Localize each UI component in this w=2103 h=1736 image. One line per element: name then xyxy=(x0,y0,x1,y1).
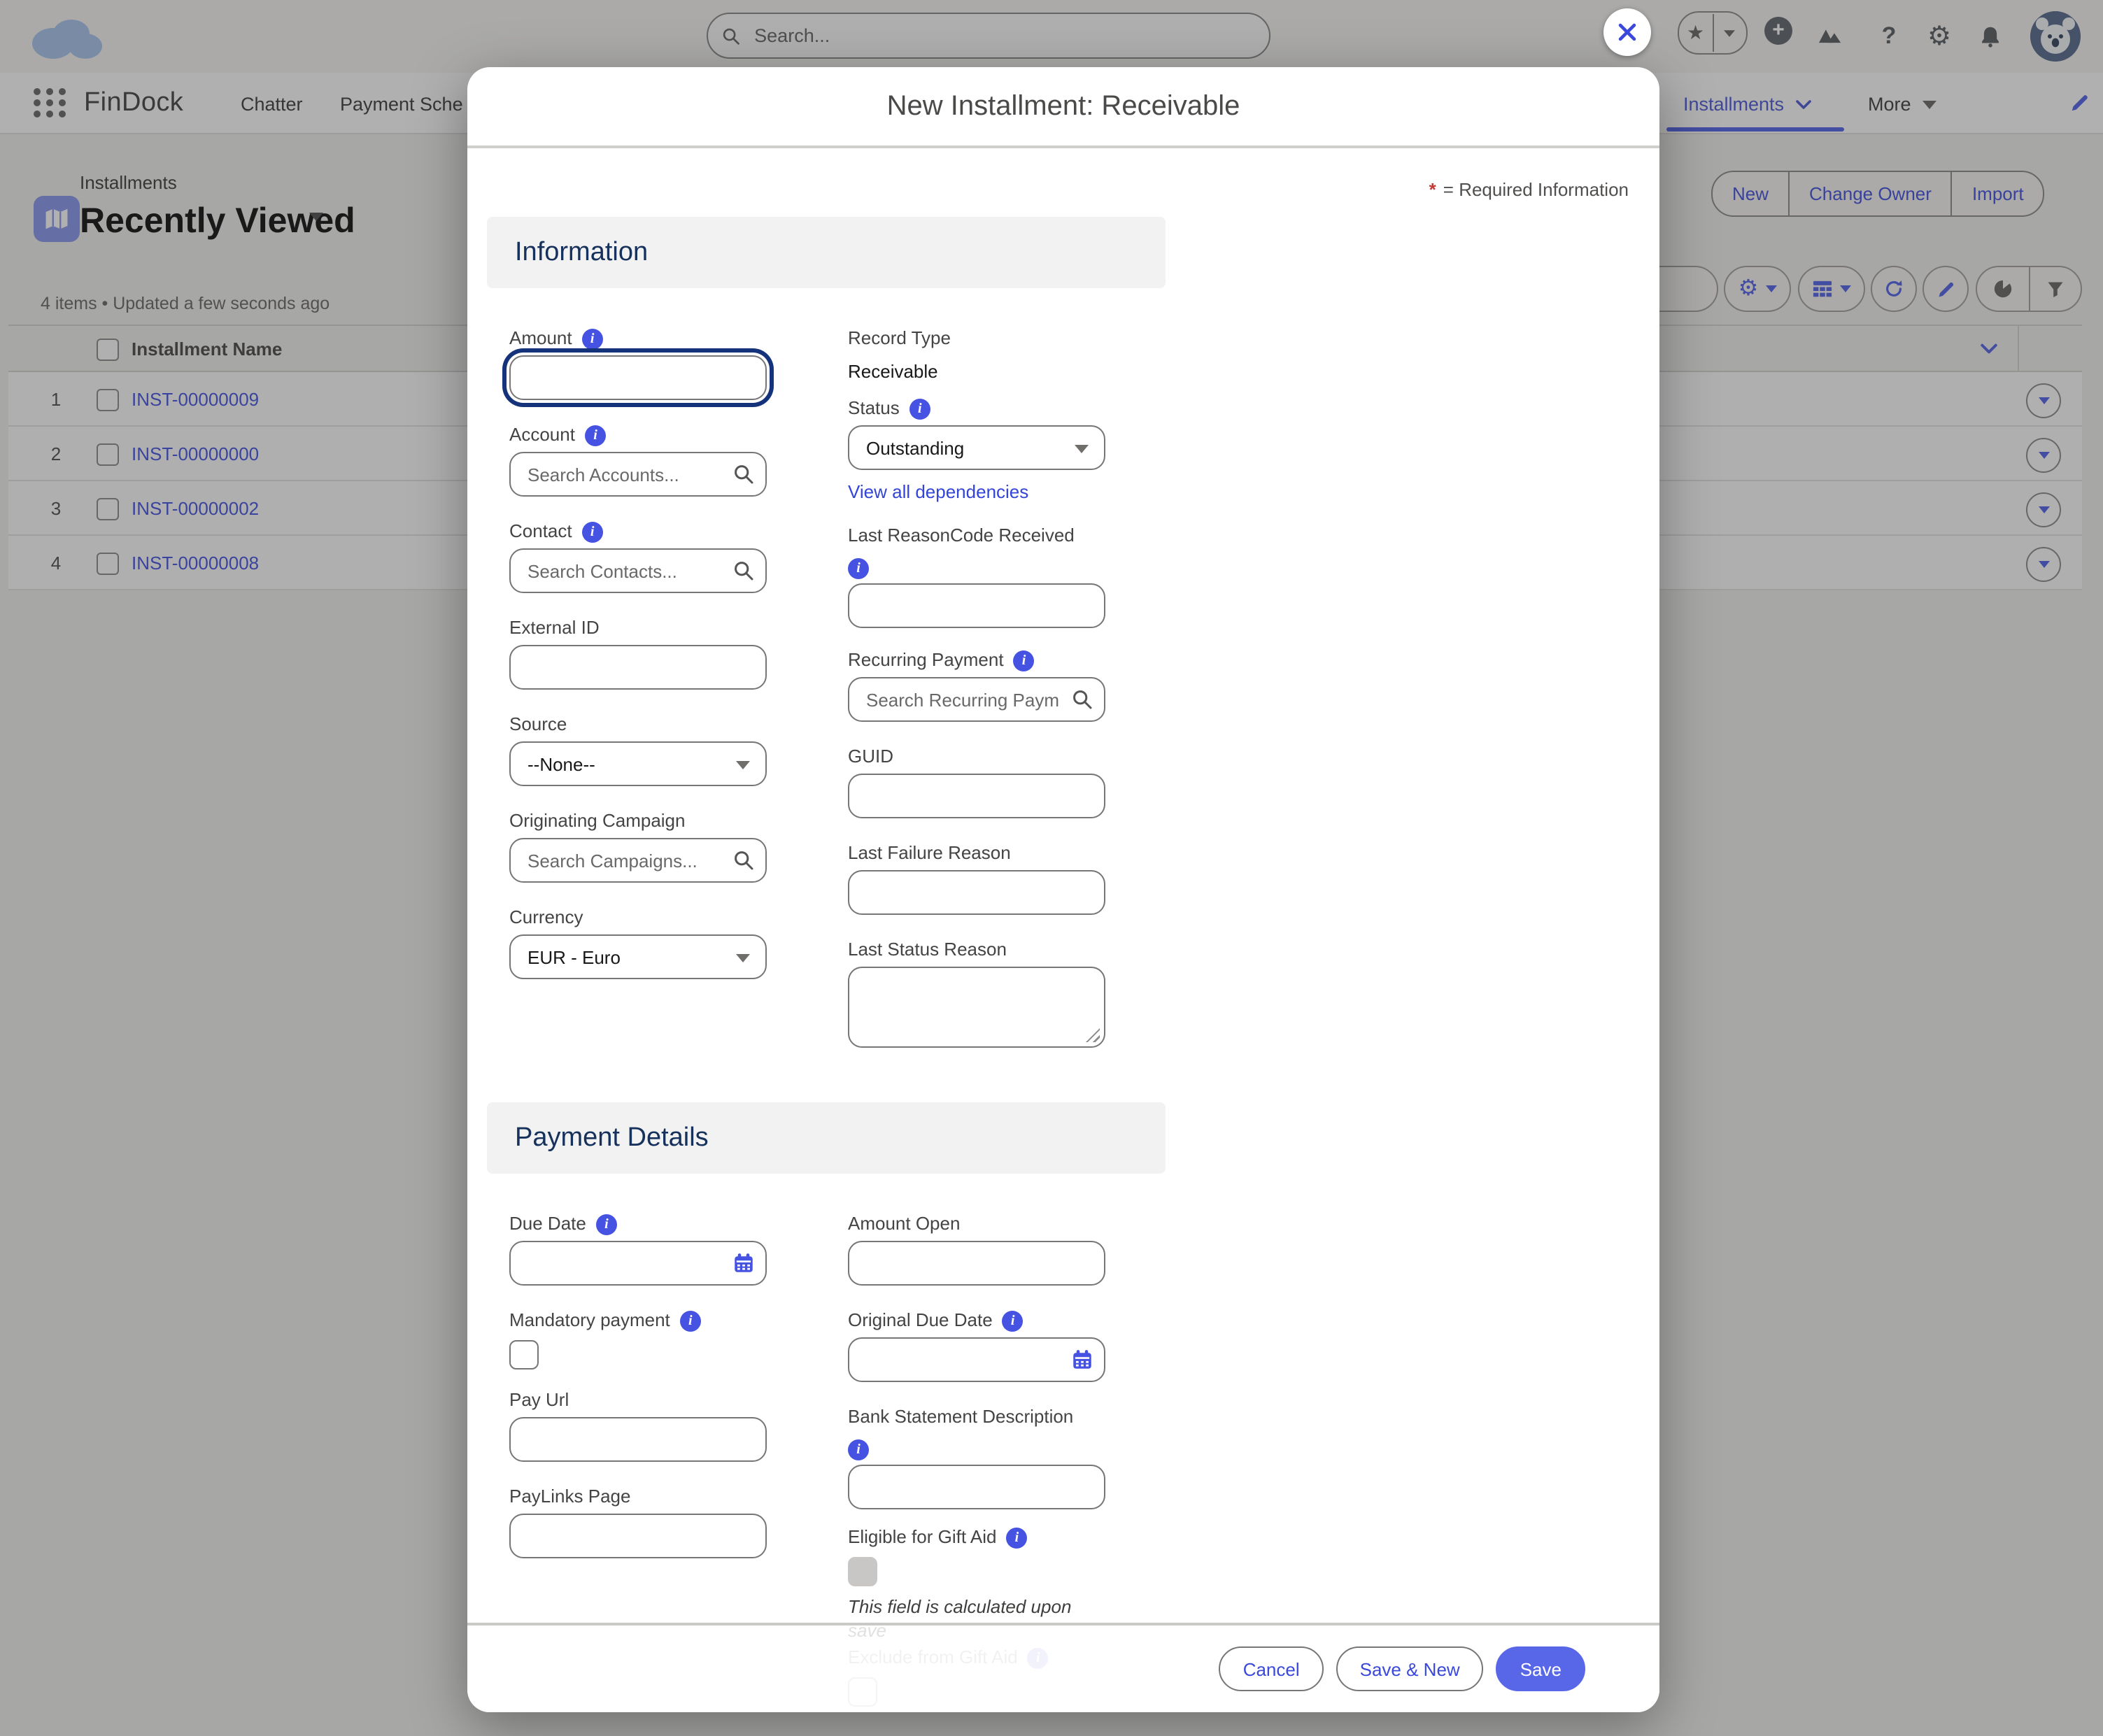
chevron-down-icon xyxy=(1075,445,1089,453)
section-information: Information xyxy=(487,217,1166,288)
field-status: Status Outstanding View all dependencies xyxy=(848,397,1105,504)
info-icon[interactable] xyxy=(1003,1310,1024,1331)
view-dependencies-link[interactable]: View all dependencies xyxy=(848,481,1105,504)
last-status-reason-textarea[interactable] xyxy=(848,967,1105,1048)
field-currency: Currency EUR - Euro xyxy=(509,906,767,979)
field-last-status-reason: Last Status Reason xyxy=(848,939,1105,1048)
field-amount: Amount xyxy=(509,327,767,400)
info-icon[interactable] xyxy=(582,521,603,542)
search-icon xyxy=(733,560,754,581)
field-pay-url: Pay Url xyxy=(509,1389,767,1462)
field-due-date: Due Date xyxy=(509,1213,767,1286)
info-icon[interactable] xyxy=(1014,650,1035,671)
save-button[interactable]: Save xyxy=(1496,1646,1585,1691)
due-date-input[interactable] xyxy=(509,1241,767,1286)
status-select[interactable]: Outstanding xyxy=(848,425,1105,470)
pay-url-input[interactable] xyxy=(509,1417,767,1462)
field-bank-statement-description: Bank Statement Description xyxy=(848,1406,1105,1509)
info-icon[interactable] xyxy=(582,328,603,349)
eligible-gift-aid-checkbox xyxy=(848,1557,877,1586)
field-contact: Contact xyxy=(509,520,767,593)
external-id-input[interactable] xyxy=(509,645,767,690)
bank-statement-description-input[interactable] xyxy=(848,1465,1105,1509)
info-icon[interactable] xyxy=(680,1310,701,1331)
field-guid: GUID xyxy=(848,746,1105,818)
amount-input[interactable] xyxy=(509,355,767,400)
original-due-date-input[interactable] xyxy=(848,1337,1105,1382)
calendar-icon[interactable] xyxy=(733,1253,754,1274)
field-last-failure-reason: Last Failure Reason xyxy=(848,842,1105,915)
chevron-down-icon xyxy=(736,954,750,962)
required-asterisk: * xyxy=(1429,179,1436,200)
campaign-lookup-input[interactable] xyxy=(509,838,767,883)
last-reasoncode-input[interactable] xyxy=(848,583,1105,628)
currency-select[interactable]: EUR - Euro xyxy=(509,934,767,979)
guid-input[interactable] xyxy=(848,774,1105,818)
recurring-payment-lookup-input[interactable] xyxy=(848,677,1105,722)
cancel-button[interactable]: Cancel xyxy=(1219,1646,1324,1691)
contact-lookup-input[interactable] xyxy=(509,548,767,593)
information-fields: Amount Account Contact xyxy=(467,327,1659,1072)
mandatory-payment-checkbox[interactable] xyxy=(509,1340,539,1369)
search-icon xyxy=(733,464,754,485)
info-icon[interactable] xyxy=(1006,1527,1027,1548)
screen: ★ + ? ⚙ xyxy=(0,0,2103,1736)
modal-footer: Cancel Save & New Save xyxy=(467,1623,1659,1712)
amount-open-input[interactable] xyxy=(848,1241,1105,1286)
calendar-icon[interactable] xyxy=(1072,1349,1093,1370)
field-account: Account xyxy=(509,424,767,497)
modal-close-button[interactable] xyxy=(1603,8,1651,56)
chevron-down-icon xyxy=(736,761,750,769)
record-type-value: Receivable xyxy=(848,361,1105,382)
field-external-id: External ID xyxy=(509,617,767,690)
modal-title: New Installment: Receivable xyxy=(887,90,1240,122)
info-icon[interactable] xyxy=(848,558,869,579)
paylinks-page-input[interactable] xyxy=(509,1514,767,1558)
search-icon xyxy=(1072,689,1093,710)
information-right-column: Record Type Receivable Status Outstandin… xyxy=(848,327,1105,1072)
info-icon[interactable] xyxy=(848,1439,869,1460)
required-note: *= Required Information xyxy=(1429,179,1629,200)
field-mandatory-payment: Mandatory payment xyxy=(509,1309,767,1369)
field-record-type: Record Type Receivable xyxy=(848,327,1105,382)
field-originating-campaign: Originating Campaign xyxy=(509,810,767,883)
field-source: Source --None-- xyxy=(509,713,767,786)
section-payment-details: Payment Details xyxy=(487,1102,1166,1174)
field-paylinks-page: PayLinks Page xyxy=(509,1486,767,1558)
info-icon[interactable] xyxy=(909,398,930,419)
search-icon xyxy=(733,850,754,871)
last-failure-reason-input[interactable] xyxy=(848,870,1105,915)
field-amount-open: Amount Open xyxy=(848,1213,1105,1286)
info-icon[interactable] xyxy=(585,425,606,446)
field-original-due-date: Original Due Date xyxy=(848,1309,1105,1382)
save-and-new-button[interactable]: Save & New xyxy=(1336,1646,1484,1691)
field-last-reasoncode: Last ReasonCode Received xyxy=(848,525,1105,628)
modal-body: *= Required Information Information Amou… xyxy=(467,148,1659,1712)
account-lookup-input[interactable] xyxy=(509,452,767,497)
source-select[interactable]: --None-- xyxy=(509,741,767,786)
info-icon[interactable] xyxy=(596,1214,617,1235)
new-installment-modal: New Installment: Receivable *= Required … xyxy=(467,67,1659,1712)
close-icon xyxy=(1615,20,1640,45)
modal-header: New Installment: Receivable xyxy=(467,67,1659,148)
information-left-column: Amount Account Contact xyxy=(509,327,767,1072)
field-recurring-payment: Recurring Payment xyxy=(848,649,1105,722)
